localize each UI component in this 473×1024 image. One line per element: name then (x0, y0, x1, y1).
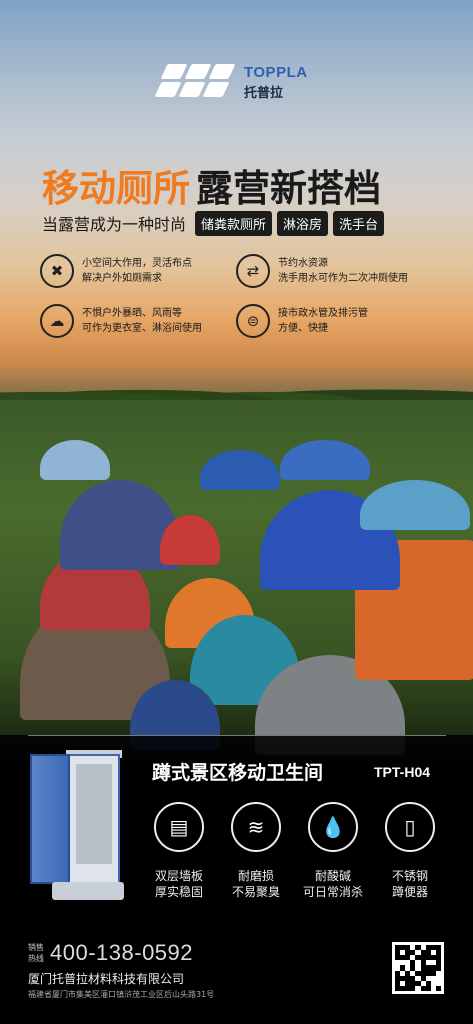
subline: 当露营成为一种时尚 储粪款厕所 淋浴房 洗手台 (42, 210, 385, 236)
hotline-label: 销售热线 (28, 943, 44, 963)
pipe-icon: ⊜ (236, 304, 270, 338)
brand-name-cn: 托普拉 (244, 86, 284, 101)
feature-line: 不惧户外暴晒、风雨等 (82, 308, 182, 319)
product-title: 蹲式景区移动卫生间 (152, 762, 324, 784)
headline: 移动厕所 露营新搭档 (42, 158, 442, 210)
campsite-photo (0, 400, 473, 760)
company-name: 厦门托普拉材料科技有限公司 (28, 972, 185, 986)
acid-alkali-icon: 💧 (308, 802, 358, 852)
product-feature: ▤ 双层墙板 厚实稳固 (143, 802, 215, 900)
feature-line: 接市政水管及排污管 (278, 308, 368, 319)
product-feature-line: 不易聚臭 (231, 885, 280, 899)
product-feature: ▯ 不锈钢 蹲便器 (374, 802, 446, 900)
product-model: TPT-H04 (374, 764, 431, 780)
product-feature-line: 蹲便器 (391, 885, 428, 899)
product-feature-line: 耐酸碱 (314, 869, 351, 883)
feature-line: 洗手用水可作为二次冲厕使用 (278, 273, 408, 284)
feature-line: 节约水资源 (278, 258, 328, 269)
product-feature-line: 厚实稳固 (154, 885, 203, 899)
headline-orange: 移动厕所 (42, 167, 190, 210)
feature-line: 方便、快捷 (278, 323, 328, 334)
feature-list: ✖ 小空间大作用，灵活布点 解决户外如厕需求 ⇄ 节约水资源 洗手用水可作为二次… (40, 254, 440, 344)
feature-item: ✖ 小空间大作用，灵活布点 解决户外如厕需求 (40, 254, 235, 288)
company-address: 福建省厦门市集美区灌口镇浒茂工业区后山头路31号 (28, 990, 215, 999)
product-feature-line: 可日常消杀 (302, 885, 363, 899)
tools-icon: ✖ (40, 254, 74, 288)
phone-number[interactable]: 400-138-0592 (50, 940, 193, 966)
product-feature-line: 耐磨损 (237, 869, 274, 883)
tag-wash-basin: 洗手台 (333, 210, 385, 236)
wear-resistant-icon: ≋ (231, 802, 281, 852)
wall-panel-icon: ▤ (154, 802, 204, 852)
feature-item: ⊜ 接市政水管及排污管 方便、快捷 (236, 304, 431, 338)
product-feature-line: 双层墙板 (154, 869, 203, 883)
feature-item: ☁ 不惧户外暴晒、风雨等 可作为更衣室、淋浴间使用 (40, 304, 235, 338)
qr-code[interactable] (392, 942, 444, 994)
product-feature: 💧 耐酸碱 可日常消杀 (297, 802, 369, 900)
recycle-icon: ⇄ (236, 254, 270, 288)
feature-line: 小空间大作用，灵活布点 (82, 258, 192, 269)
tag-storage-toilet: 储粪款厕所 (195, 210, 273, 236)
feature-line: 解决户外如厕需求 (82, 273, 162, 284)
product-feature: ≋ 耐磨损 不易聚臭 (220, 802, 292, 900)
steel-squat-icon: ▯ (385, 802, 435, 852)
feature-line: 可作为更衣室、淋浴间使用 (82, 323, 202, 334)
tag-shower-room: 淋浴房 (277, 210, 329, 236)
product-feature-line: 不锈钢 (391, 869, 428, 883)
portable-toilet-image (30, 750, 125, 902)
headline-dark: 露营新搭档 (196, 167, 381, 210)
brand-name-en: TOPPLA (244, 64, 308, 81)
feature-item: ⇄ 节约水资源 洗手用水可作为二次冲厕使用 (236, 254, 431, 288)
subline-text: 当露营成为一种时尚 (42, 215, 187, 234)
brand-logo: TOPPLA 托普拉 (154, 62, 318, 102)
toppla-logo-icon (154, 64, 236, 98)
weather-icon: ☁ (40, 304, 74, 338)
divider (28, 735, 446, 736)
